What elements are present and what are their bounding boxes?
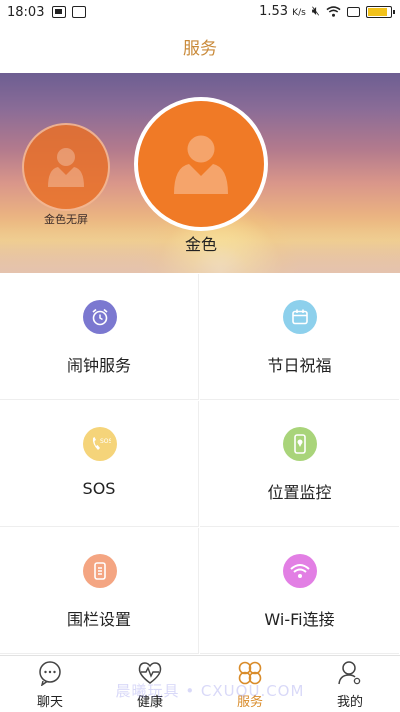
network-speed-unit: K/s [292,8,306,18]
service-fence[interactable]: 围栏设置 [0,528,199,654]
user-icon [338,661,361,685]
person-icon [174,135,228,194]
svg-text:SOS: SOS [100,438,111,445]
device-label-unselected: 金色无屏 [44,213,88,226]
page-title: 服务 [0,26,400,73]
mute-icon: 🔇︎ [311,4,320,19]
service-icon [238,661,262,685]
chat-icon [39,661,61,686]
nav-label: 健康 [136,695,163,710]
battery-icon [366,5,395,18]
nav-label: 服务 [236,695,263,710]
device-avatar-unselected[interactable] [22,123,110,211]
nav-chat[interactable]: 聊天 [0,656,100,712]
network-speed-value: 1.53 [259,4,289,19]
service-label: 围栏设置 [66,610,131,629]
sos-phone-icon: SOS [83,427,117,461]
nav-service[interactable]: 服务 [200,656,300,712]
service-label: 闹钟服务 [66,356,131,375]
service-holiday-greeting[interactable]: 节日祝福 [200,274,399,400]
device-label-selected: 金色 [184,235,217,254]
fence-device-icon [83,554,117,588]
service-location[interactable]: 位置监控 [200,401,399,527]
news-notification-icon [72,6,86,18]
service-label: Wi-Fi连接 [264,610,335,629]
wifi-icon [283,554,317,588]
service-label: 位置监控 [267,483,332,502]
bottom-navigation: 聊天 健康 服务 我的 晨曦玩具 • CXUQU.COM [0,655,400,712]
service-alarm[interactable]: 闹钟服务 [0,274,199,400]
location-phone-icon [283,427,317,461]
nav-profile[interactable]: 我的 [300,656,400,712]
image-notification-icon [52,6,66,18]
notification-icons [52,6,86,18]
service-sos[interactable]: SOS SOS [0,401,199,527]
device-banner: 金色无屏 金色 [0,73,400,273]
service-label: SOS [82,479,116,498]
service-label: 节日祝福 [267,356,332,375]
alarm-clock-icon [83,300,117,334]
service-wifi[interactable]: Wi-Fi连接 [200,528,399,654]
nav-label: 聊天 [36,695,63,710]
heart-pulse-icon [138,662,162,684]
nav-label: 我的 [336,695,363,710]
calendar-icon [283,300,317,334]
status-bar: 18:03 1.53 K/s 🔇︎ [0,0,400,26]
network-speed: 1.53 K/s [259,4,306,19]
service-grid: 闹钟服务 节日祝福 SOS SOS 位置监控 围栏设置 Wi-Fi连接 [0,274,400,655]
status-time: 18:03 [7,5,45,20]
device-avatar-selected[interactable] [134,97,268,231]
status-right: 1.53 K/s 🔇︎ [259,4,395,19]
wifi-signal-icon [326,6,341,17]
nav-health[interactable]: 健康 [100,656,200,712]
screen-icon [347,6,360,17]
person-icon [48,148,84,187]
